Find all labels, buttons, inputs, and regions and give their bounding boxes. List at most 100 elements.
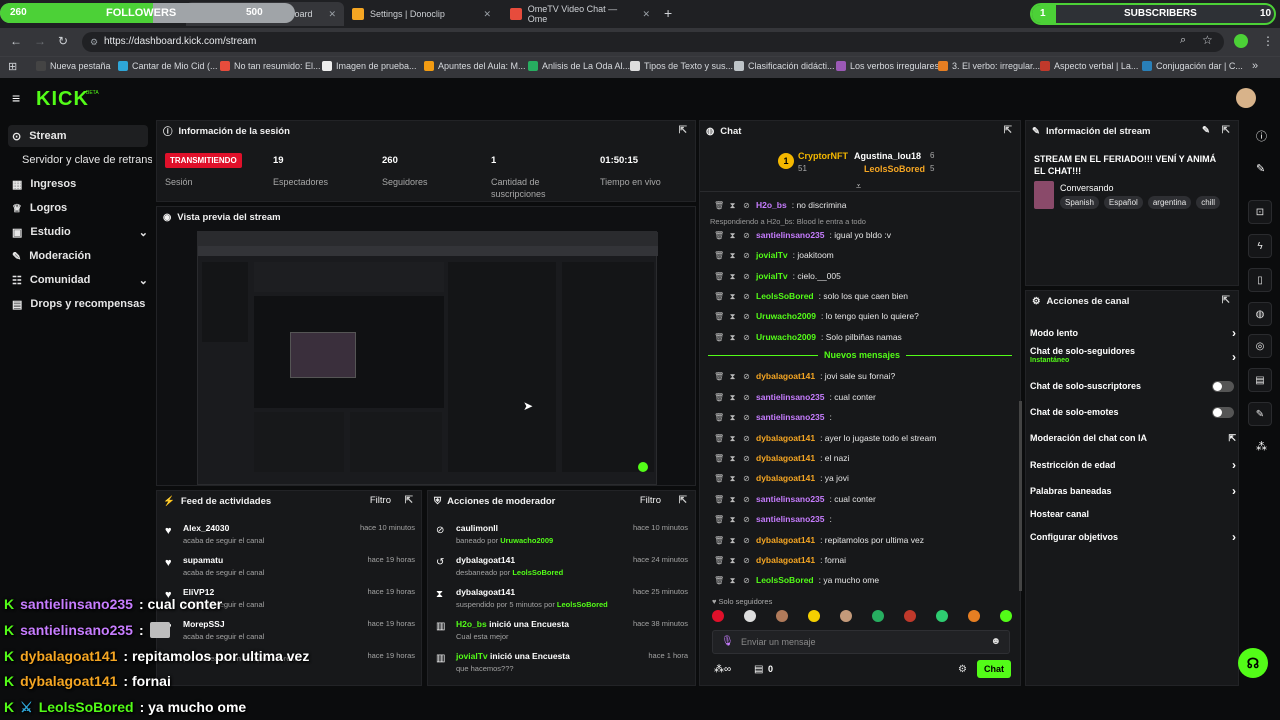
timeout-icon[interactable]: ⧗ bbox=[728, 434, 737, 443]
forward-icon[interactable]: → bbox=[34, 34, 46, 48]
chat-username[interactable]: dybalagoat141 bbox=[756, 535, 815, 545]
bookmark-item[interactable]: Imagen de prueba... bbox=[322, 61, 417, 71]
sidebar-item-logros[interactable]: ♕ Logros bbox=[8, 197, 148, 219]
tag[interactable]: Español bbox=[1103, 196, 1143, 209]
ban-icon[interactable]: ⊘ bbox=[742, 434, 751, 443]
timeout-icon[interactable]: ⧗ bbox=[728, 292, 737, 301]
delete-icon[interactable]: 🗑 bbox=[714, 312, 724, 321]
bookmark-item[interactable]: No tan resumido: El... bbox=[220, 61, 321, 71]
rail-lightning-icon[interactable]: ϟ bbox=[1248, 234, 1272, 258]
gear-icon[interactable]: ⚙ bbox=[958, 664, 967, 675]
leaderboard-second-user[interactable]: Agustina_lou18 bbox=[854, 151, 921, 161]
timeout-icon[interactable]: ⧗ bbox=[728, 251, 737, 260]
ban-icon[interactable]: ⊘ bbox=[742, 372, 751, 381]
category-thumbnail[interactable] bbox=[1034, 181, 1054, 209]
ban-icon[interactable]: ⊘ bbox=[742, 495, 751, 504]
tag[interactable]: chill bbox=[1196, 196, 1220, 209]
action-banned-words[interactable]: Palabras baneadas › bbox=[1030, 482, 1236, 500]
gift-icon[interactable]: ▤ bbox=[754, 664, 763, 675]
delete-icon[interactable]: 🗑 bbox=[714, 201, 724, 210]
mod-by[interactable]: LeolsSoBored bbox=[557, 600, 608, 609]
ban-icon[interactable]: ⊘ bbox=[742, 251, 751, 260]
rail-share-icon[interactable]: ⁂ bbox=[1256, 440, 1267, 453]
rail-document-icon[interactable]: ▯ bbox=[1248, 268, 1272, 292]
bookmark-item[interactable]: Tipos de Texto y sus... bbox=[630, 61, 733, 71]
emote-icon[interactable] bbox=[936, 610, 948, 622]
timeout-icon[interactable]: ⧗ bbox=[728, 333, 737, 342]
rail-chat-icon[interactable]: ◍ bbox=[1248, 302, 1272, 326]
mic-icon[interactable]: 🎙 bbox=[721, 636, 734, 647]
emote-icon[interactable] bbox=[904, 610, 916, 622]
action-slow-mode[interactable]: Modo lento › bbox=[1030, 324, 1236, 342]
emote-icon[interactable] bbox=[744, 610, 756, 622]
timeout-icon[interactable]: ⧗ bbox=[728, 312, 737, 321]
timeout-icon[interactable]: ⧗ bbox=[728, 515, 737, 524]
popout-icon[interactable]: ⇱ bbox=[1004, 125, 1012, 136]
kick-logo[interactable]: KICK bbox=[36, 88, 89, 111]
emote-icon[interactable] bbox=[840, 610, 852, 622]
chat-username[interactable]: Uruwacho2009 bbox=[756, 332, 816, 342]
ban-icon[interactable]: ⊘ bbox=[742, 413, 751, 422]
chat-username[interactable]: dybalagoat141 bbox=[756, 453, 815, 463]
send-chat-button[interactable]: Chat bbox=[977, 660, 1011, 678]
popout-icon[interactable]: ⇱ bbox=[1222, 295, 1230, 306]
emoji-icon[interactable]: ☻ bbox=[990, 636, 1001, 647]
delete-icon[interactable]: 🗑 bbox=[714, 272, 724, 281]
timeout-icon[interactable]: ⧗ bbox=[728, 372, 737, 381]
mod-target[interactable]: jovialTv bbox=[456, 651, 488, 661]
support-headset-icon[interactable]: ☊ bbox=[1238, 648, 1268, 678]
bookmark-item[interactable]: Aspecto verbal | La... bbox=[1040, 61, 1138, 71]
new-tab-icon[interactable]: + bbox=[664, 5, 672, 21]
leaderboard-third-user[interactable]: LeolsSoBored bbox=[864, 164, 925, 174]
tag[interactable]: Spanish bbox=[1060, 196, 1099, 209]
subscribers-only-toggle[interactable] bbox=[1212, 381, 1234, 392]
sidebar-item-stream[interactable]: ⊙ Stream bbox=[8, 125, 148, 147]
mod-by[interactable]: Uruwacho2009 bbox=[500, 536, 553, 545]
ban-icon[interactable]: ⊘ bbox=[742, 312, 751, 321]
edit-icon[interactable]: ✎ bbox=[1202, 125, 1210, 136]
timeout-icon[interactable]: ⧗ bbox=[728, 474, 737, 483]
chat-input[interactable]: 🎙 Enviar un mensaje ☻ bbox=[712, 630, 1010, 654]
timeout-icon[interactable]: ⧗ bbox=[728, 413, 737, 422]
timeout-icon[interactable]: ⧗ bbox=[728, 231, 737, 240]
timeout-icon[interactable]: ⧗ bbox=[728, 495, 737, 504]
rail-layout-icon[interactable]: ▤ bbox=[1248, 368, 1272, 392]
browser-tab-ometv[interactable]: OmeTV Video Chat — Ome ✕ bbox=[502, 2, 658, 26]
emote-icon[interactable] bbox=[776, 610, 788, 622]
ban-icon[interactable]: ⊘ bbox=[742, 536, 751, 545]
filter-button[interactable]: Filtro bbox=[370, 495, 391, 506]
delete-icon[interactable]: 🗑 bbox=[714, 292, 724, 301]
sidebar-item-comunidad[interactable]: ☷ Comunidad ⌄ bbox=[8, 269, 148, 291]
bookmark-item[interactable]: Apuntes del Aula: M... bbox=[424, 61, 526, 71]
delete-icon[interactable]: 🗑 bbox=[714, 474, 724, 483]
timeout-icon[interactable]: ⧗ bbox=[728, 556, 737, 565]
address-bar[interactable]: ⚙ https://dashboard.kick.com/stream bbox=[82, 32, 1224, 52]
rail-wrench-icon[interactable]: ✎ bbox=[1248, 402, 1272, 426]
emote-icon[interactable] bbox=[968, 610, 980, 622]
tag[interactable]: argentina bbox=[1147, 196, 1192, 209]
bookmark-item[interactable]: 3. El verbo: irregular... bbox=[938, 61, 1040, 71]
timeout-icon[interactable]: ⧗ bbox=[728, 393, 737, 402]
emote-icon[interactable] bbox=[808, 610, 820, 622]
action-subscribers-only[interactable]: Chat de solo-suscriptores bbox=[1030, 377, 1236, 395]
rail-broadcast-icon[interactable]: ◎ bbox=[1248, 334, 1272, 358]
timeout-icon[interactable]: ⧗ bbox=[728, 201, 737, 210]
ban-icon[interactable]: ⊘ bbox=[742, 515, 751, 524]
delete-icon[interactable]: 🗑 bbox=[714, 231, 724, 240]
chat-username[interactable]: LeolsSoBored bbox=[756, 575, 814, 585]
delete-icon[interactable]: 🗑 bbox=[714, 576, 724, 585]
chat-username[interactable]: Uruwacho2009 bbox=[756, 311, 816, 321]
popout-icon[interactable]: ⇱ bbox=[679, 495, 687, 506]
more-bookmarks-icon[interactable]: » bbox=[1252, 60, 1258, 72]
ban-icon[interactable]: ⊘ bbox=[742, 231, 751, 240]
menu-dots-icon[interactable]: ⋮ bbox=[1262, 34, 1274, 48]
action-configure-goals[interactable]: Configurar objetivos › bbox=[1030, 528, 1236, 546]
ban-icon[interactable]: ⊘ bbox=[742, 393, 751, 402]
sidebar-item-server-key[interactable]: Servidor y clave de retransmisión bbox=[18, 149, 152, 171]
delete-icon[interactable]: 🗑 bbox=[714, 556, 724, 565]
ban-icon[interactable]: ⊘ bbox=[742, 576, 751, 585]
chat-username[interactable]: santielinsano235 bbox=[756, 230, 825, 240]
action-host-channel[interactable]: Hostear canal bbox=[1030, 505, 1236, 523]
bookmark-item[interactable]: Los verbos irregulares bbox=[836, 61, 939, 71]
bookmark-item[interactable]: Nueva pestaña bbox=[36, 61, 111, 71]
